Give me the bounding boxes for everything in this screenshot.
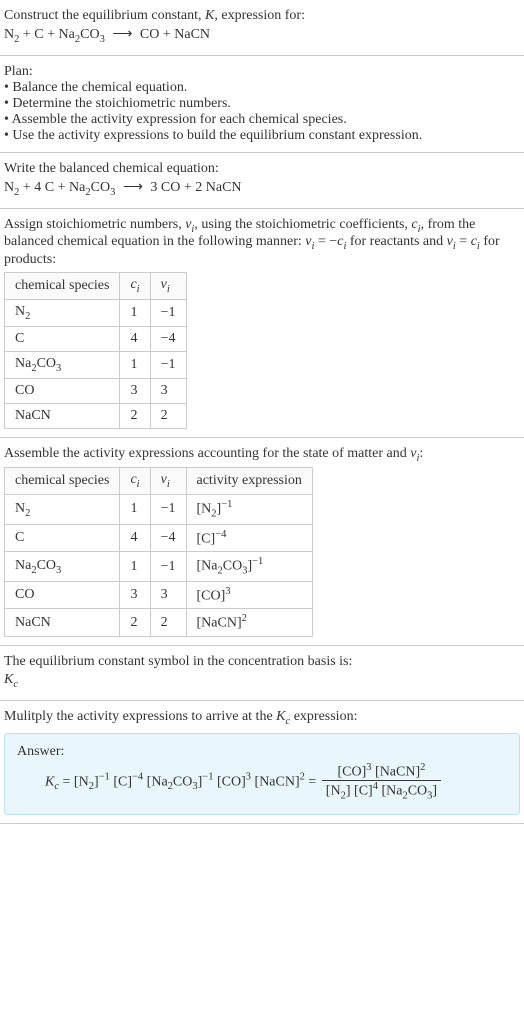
sp: Na2CO3: [59, 27, 105, 42]
denominator: [N2] [C]4 [Na2CO3]: [322, 781, 441, 801]
fraction: [CO]3 [NaCN]2 [N2] [C]4 [Na2CO3]: [322, 762, 441, 802]
answer-label: Answer:: [17, 744, 507, 760]
section-final: Mulitply the activity expressions to arr…: [0, 701, 524, 824]
section-balanced: Write the balanced chemical equation: N2…: [0, 153, 524, 209]
table-row: Na2CO3 1 −1: [5, 351, 187, 378]
table-row: N2 1 −1: [5, 299, 187, 326]
activity-text: Assemble the activity expressions accoun…: [4, 446, 520, 464]
sp: N2: [4, 27, 19, 42]
plan-bullet: • Balance the chemical equation.: [4, 80, 520, 96]
txt: , expression for:: [214, 8, 305, 23]
col-nui: νi: [150, 273, 186, 300]
section-stoich: Assign stoichiometric numbers, νi, using…: [0, 209, 524, 438]
section-plan: Plan: • Balance the chemical equation. •…: [0, 56, 524, 153]
table-row: C 4 −4 [C]−4: [5, 524, 313, 552]
stoich-table: chemical species ci νi N2 1 −1 C 4 −4 Na…: [4, 272, 187, 428]
table-header-row: chemical species ci νi: [5, 273, 187, 300]
txt: Construct the equilibrium constant,: [4, 8, 205, 23]
arrow-icon: ⟶: [108, 27, 136, 42]
section-prompt: Construct the equilibrium constant, K, e…: [0, 0, 524, 56]
numerator: [CO]3 [NaCN]2: [322, 762, 441, 782]
kc-symbol: Kc: [4, 670, 520, 692]
table-row: N2 1 −1 [N2]−1: [5, 495, 313, 524]
kc-text: The equilibrium constant symbol in the c…: [4, 654, 520, 670]
plan-title: Plan:: [4, 64, 520, 80]
balanced-title: Write the balanced chemical equation:: [4, 161, 520, 177]
table-row: NaCN 2 2 [NaCN]2: [5, 609, 313, 637]
table-row: C 4 −4: [5, 326, 187, 351]
col-species: chemical species: [5, 273, 120, 300]
plan-bullet: • Determine the stoichiometric numbers.: [4, 96, 520, 112]
answer-box: Answer: Kc = [N2]−1 [C]−4 [Na2CO3]−1 [CO…: [4, 733, 520, 815]
plan-bullet: • Assemble the activity expression for e…: [4, 112, 520, 128]
arrow-icon: ⟶: [119, 180, 147, 195]
kc-expression: Kc = [N2]−1 [C]−4 [Na2CO3]−1 [CO]3 [NaCN…: [17, 760, 507, 804]
table-row: NaCN 2 2: [5, 403, 187, 428]
plan-bullet: • Use the activity expressions to build …: [4, 128, 520, 144]
table-row: CO 3 3: [5, 378, 187, 403]
K-sym: K: [205, 8, 214, 23]
table-header-row: chemical species ci νi activity expressi…: [5, 468, 313, 495]
unbalanced-equation: N2 + C + Na2CO3 ⟶ CO + NaCN: [4, 24, 520, 47]
activity-table: chemical species ci νi activity expressi…: [4, 467, 313, 637]
section-activity: Assemble the activity expressions accoun…: [0, 438, 524, 646]
final-text: Mulitply the activity expressions to arr…: [4, 709, 520, 727]
section-kc-symbol: The equilibrium constant symbol in the c…: [0, 646, 524, 701]
stoich-text: Assign stoichiometric numbers, νi, using…: [4, 217, 520, 269]
table-row: CO 3 3 [CO]3: [5, 581, 313, 609]
balanced-equation: N2 + 4 C + Na2CO3 ⟶ 3 CO + 2 NaCN: [4, 177, 520, 200]
table-row: Na2CO3 1 −1 [Na2CO3]−1: [5, 552, 313, 581]
col-ci: ci: [120, 273, 150, 300]
prompt-line: Construct the equilibrium constant, K, e…: [4, 8, 520, 24]
